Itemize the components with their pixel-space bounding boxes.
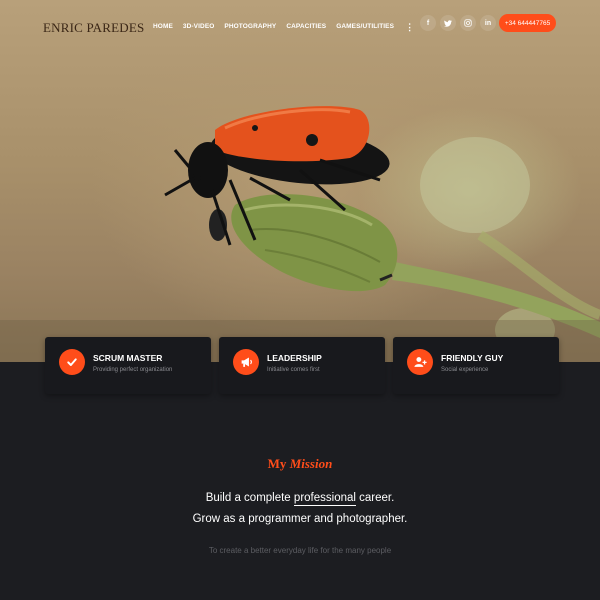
- hero-photo-beetle: [0, 106, 600, 362]
- nav-item-capacities[interactable]: CAPACITIES: [281, 21, 331, 33]
- feature-card-friendly-guy: FRIENDLY GUY Social experience: [393, 337, 559, 394]
- check-icon: [59, 349, 85, 375]
- hero-banner: ENRIC PAREDES HOME 3D-VIDEO PHOTOGRAPHY …: [0, 0, 600, 362]
- nav-item-home[interactable]: HOME: [148, 21, 178, 33]
- card-subtitle: Providing perfect organization: [93, 367, 173, 373]
- card-subtitle: Social experience: [441, 367, 489, 373]
- mission-line-1-before: Build a complete: [205, 492, 291, 504]
- nav-item-games-utilities[interactable]: GAMES/UTILITIES: [331, 21, 399, 33]
- mission-heading-emphasis: Mission: [289, 456, 333, 471]
- mission-line-2: Grow as a programmer and photographer.: [192, 513, 408, 525]
- facebook-icon[interactable]: f: [420, 15, 436, 31]
- mission-tagline: To create a better everyday life for the…: [208, 546, 392, 555]
- card-subtitle: Initiative comes first: [267, 367, 320, 373]
- twitter-icon[interactable]: [440, 15, 456, 31]
- megaphone-icon: [233, 349, 259, 375]
- mission-heading: My Mission: [0, 456, 600, 472]
- mission-line-1-after: career.: [359, 492, 395, 504]
- phone-button[interactable]: +34 644447765: [499, 14, 556, 32]
- mission-highlight-word: professional: [293, 492, 356, 506]
- mission-line-1: Build a complete professional career.: [0, 492, 600, 506]
- linkedin-icon[interactable]: in: [480, 15, 496, 31]
- card-title: LEADERSHIP: [267, 353, 322, 363]
- social-links: f in: [420, 15, 496, 31]
- site-logo[interactable]: ENRIC PAREDES: [43, 20, 144, 36]
- instagram-icon[interactable]: [460, 15, 476, 31]
- mission-heading-plain: My: [267, 456, 287, 471]
- main-nav: HOME 3D-VIDEO PHOTOGRAPHY CAPACITIES GAM…: [148, 21, 420, 33]
- card-title: FRIENDLY GUY: [441, 353, 504, 363]
- card-title: SCRUM MASTER: [93, 353, 163, 363]
- feature-card-scrum-master: SCRUM MASTER Providing perfect organizat…: [45, 337, 211, 394]
- vertical-ellipsis-icon[interactable]: ⋮: [399, 21, 420, 33]
- add-user-icon: [407, 349, 433, 375]
- nav-item-3d-video[interactable]: 3D-VIDEO: [178, 21, 220, 33]
- nav-item-photography[interactable]: PHOTOGRAPHY: [219, 21, 281, 33]
- feature-card-leadership: LEADERSHIP Initiative comes first: [219, 337, 385, 394]
